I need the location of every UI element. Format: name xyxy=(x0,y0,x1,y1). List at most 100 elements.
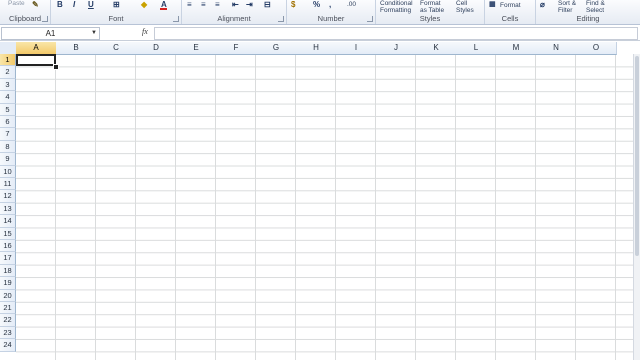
editing-group: ⌀ Sort & Filter Find & Select Editing xyxy=(536,0,640,24)
font-group-label: Font xyxy=(108,14,124,23)
percent-button[interactable]: % xyxy=(313,0,320,9)
vertical-scroll-thumb[interactable] xyxy=(635,56,639,256)
row-header-11[interactable]: 11 xyxy=(0,178,16,191)
alignment-dialog-launcher[interactable] xyxy=(278,16,284,22)
alignment-group: ≡ ≡ ≡ ⇤ ⇥ ⊟ Alignment xyxy=(182,0,287,24)
row-header-1[interactable]: 1 xyxy=(0,54,16,67)
find-select-line1: Find & xyxy=(586,0,605,7)
borders-icon[interactable]: ⊞ xyxy=(113,0,120,9)
row-header-13[interactable]: 13 xyxy=(0,202,16,216)
worksheet-grid: ABCDEFGHIJKLMNO 1 2 3 4 5 6 7 8 9 10 11 12 13 14 15 16 1… xyxy=(0,42,640,360)
sort-filter-button[interactable]: Sort & Filter xyxy=(558,0,576,14)
font-dialog-launcher[interactable] xyxy=(173,16,179,22)
column-header-f[interactable]: F xyxy=(216,42,257,55)
accounting-format-icon[interactable]: $ xyxy=(291,0,295,9)
cell-area[interactable] xyxy=(16,55,640,360)
sort-filter-line1: Sort & xyxy=(558,0,577,7)
row-header-22[interactable]: 22 xyxy=(0,314,16,327)
increase-indent-icon[interactable]: ⇥ xyxy=(246,0,253,9)
fill-handle[interactable] xyxy=(53,64,59,70)
row-header-24[interactable]: 24 xyxy=(0,339,16,352)
conditional-formatting-line2: Formatting xyxy=(380,7,412,14)
cells-group-label: Cells xyxy=(501,14,519,23)
column-header-d[interactable]: D xyxy=(136,42,177,55)
cell-styles-line1: Cell xyxy=(456,0,468,7)
row-header-15[interactable]: 15 xyxy=(0,227,16,240)
cell-styles-line2: Styles xyxy=(456,7,474,14)
sort-filter-line2: Filter xyxy=(558,7,573,14)
column-header-m[interactable]: M xyxy=(496,42,537,55)
row-header-12[interactable]: 12 xyxy=(0,190,16,203)
column-header-i[interactable]: I xyxy=(336,42,377,55)
row-header-5[interactable]: 5 xyxy=(0,103,16,116)
name-box[interactable]: A1 ▼ xyxy=(1,27,100,40)
column-header-l[interactable]: L xyxy=(456,42,497,55)
merge-center-icon[interactable]: ⊟ xyxy=(264,0,271,9)
row-header-6[interactable]: 6 xyxy=(0,116,16,129)
format-as-table-line2: as Table xyxy=(420,7,445,14)
italic-button[interactable]: I xyxy=(73,0,75,9)
row-header-17[interactable]: 17 xyxy=(0,252,16,265)
fill-color-icon[interactable]: ◆ xyxy=(141,0,147,9)
format-as-table-button[interactable]: Format as Table xyxy=(420,0,444,14)
row-header-3[interactable]: 3 xyxy=(0,78,16,92)
name-box-dropdown-icon[interactable]: ▼ xyxy=(91,28,97,39)
column-header-h[interactable]: H xyxy=(296,42,337,55)
row-header-7[interactable]: 7 xyxy=(0,128,16,141)
format-button[interactable]: Format xyxy=(500,2,521,9)
column-header-j[interactable]: J xyxy=(376,42,417,55)
cells-group: ▦ Format Cells xyxy=(485,0,536,24)
ribbon: Paste ✎ Clipboard B I U ⊞ ◆ A Font ≡ ≡ ≡… xyxy=(0,0,640,25)
styles-group: Conditional Formatting Format as Table C… xyxy=(376,0,485,24)
bold-button[interactable]: B xyxy=(57,0,63,9)
underline-button[interactable]: U xyxy=(88,0,94,9)
column-header-c[interactable]: C xyxy=(96,42,137,55)
styles-group-label: Styles xyxy=(419,14,441,23)
row-header-16[interactable]: 16 xyxy=(0,240,16,253)
row-header-19[interactable]: 19 xyxy=(0,277,16,290)
column-header-n[interactable]: N xyxy=(536,42,577,55)
number-group-label: Number xyxy=(317,14,345,23)
column-header-o[interactable]: O xyxy=(576,42,617,55)
align-center-icon[interactable]: ≡ xyxy=(201,0,206,9)
row-header-14[interactable]: 14 xyxy=(0,215,16,228)
row-header-23[interactable]: 23 xyxy=(0,326,16,340)
column-header-g[interactable]: G xyxy=(256,42,297,55)
paste-button[interactable]: Paste xyxy=(8,0,25,7)
formula-tools: fx xyxy=(102,27,152,38)
row-header-20[interactable]: 20 xyxy=(0,289,16,302)
editing-group-label: Editing xyxy=(576,14,600,23)
font-color-swatch xyxy=(160,8,167,10)
decrease-indent-icon[interactable]: ⇤ xyxy=(232,0,239,9)
column-header-k[interactable]: K xyxy=(416,42,457,55)
font-group: B I U ⊞ ◆ A Font xyxy=(51,0,182,24)
row-header-9[interactable]: 9 xyxy=(0,153,16,166)
row-header-2[interactable]: 2 xyxy=(0,66,16,79)
align-right-icon[interactable]: ≡ xyxy=(215,0,220,9)
row-header-10[interactable]: 10 xyxy=(0,165,16,178)
row-header-8[interactable]: 8 xyxy=(0,140,16,154)
insert-function-button[interactable]: fx xyxy=(142,27,148,36)
clear-icon[interactable]: ⌀ xyxy=(540,0,545,9)
number-dialog-launcher[interactable] xyxy=(367,16,373,22)
row-header-21[interactable]: 21 xyxy=(0,302,16,315)
increase-decimal-icon[interactable]: .00 xyxy=(347,1,356,8)
clipboard-group: Paste ✎ Clipboard xyxy=(0,0,51,24)
format-painter-icon[interactable]: ✎ xyxy=(32,0,39,9)
formula-bar: A1 ▼ fx xyxy=(0,26,640,41)
column-header-e[interactable]: E xyxy=(176,42,217,55)
row-header-18[interactable]: 18 xyxy=(0,264,16,278)
conditional-formatting-button[interactable]: Conditional Formatting xyxy=(380,0,413,14)
align-left-icon[interactable]: ≡ xyxy=(187,0,192,9)
format-cells-icon[interactable]: ▦ xyxy=(489,0,496,8)
active-cell-a1[interactable] xyxy=(16,54,56,67)
find-select-button[interactable]: Find & Select xyxy=(586,0,605,14)
row-header-4[interactable]: 4 xyxy=(0,91,16,104)
vertical-scrollbar[interactable] xyxy=(633,54,640,360)
formula-input[interactable] xyxy=(154,27,638,40)
cell-styles-button[interactable]: Cell Styles xyxy=(456,0,474,14)
comma-style-button[interactable]: , xyxy=(329,0,331,9)
number-group: $ % , .00 Number xyxy=(287,0,376,24)
column-header-b[interactable]: B xyxy=(56,42,97,55)
clipboard-dialog-launcher[interactable] xyxy=(42,16,48,22)
